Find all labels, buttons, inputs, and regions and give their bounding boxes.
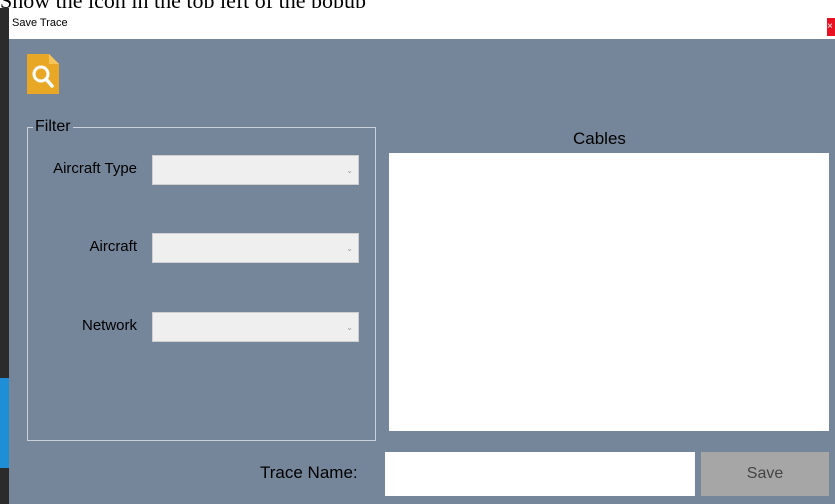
filter-legend: Filter <box>33 118 73 136</box>
network-dropdown[interactable]: ⌄ <box>152 312 359 342</box>
background-window-edge <box>0 8 9 504</box>
chevron-down-icon: ⌄ <box>346 166 353 175</box>
save-trace-window: Save Trace × Filter Aircraft Type ⌄ Airc… <box>9 8 835 504</box>
aircraft-type-label: Aircraft Type <box>53 160 137 177</box>
network-label: Network <box>81 317 137 334</box>
aircraft-type-dropdown[interactable]: ⌄ <box>152 155 359 185</box>
window-title: Save Trace <box>12 17 68 29</box>
cables-label: Cables <box>573 129 626 148</box>
aircraft-label: Aircraft <box>89 238 137 255</box>
background-accent <box>0 378 9 468</box>
chevron-down-icon: ⌄ <box>346 244 353 253</box>
chevron-down-icon: ⌄ <box>346 323 353 332</box>
save-button[interactable]: Save <box>701 452 829 496</box>
trace-name-input[interactable] <box>385 452 695 496</box>
close-button[interactable]: × <box>827 18 835 36</box>
aircraft-dropdown[interactable]: ⌄ <box>152 233 359 263</box>
cables-list[interactable] <box>389 153 829 431</box>
title-bar[interactable]: Save Trace × <box>9 8 835 39</box>
file-search-icon <box>27 54 59 94</box>
trace-name-label: Trace Name: <box>260 463 358 482</box>
